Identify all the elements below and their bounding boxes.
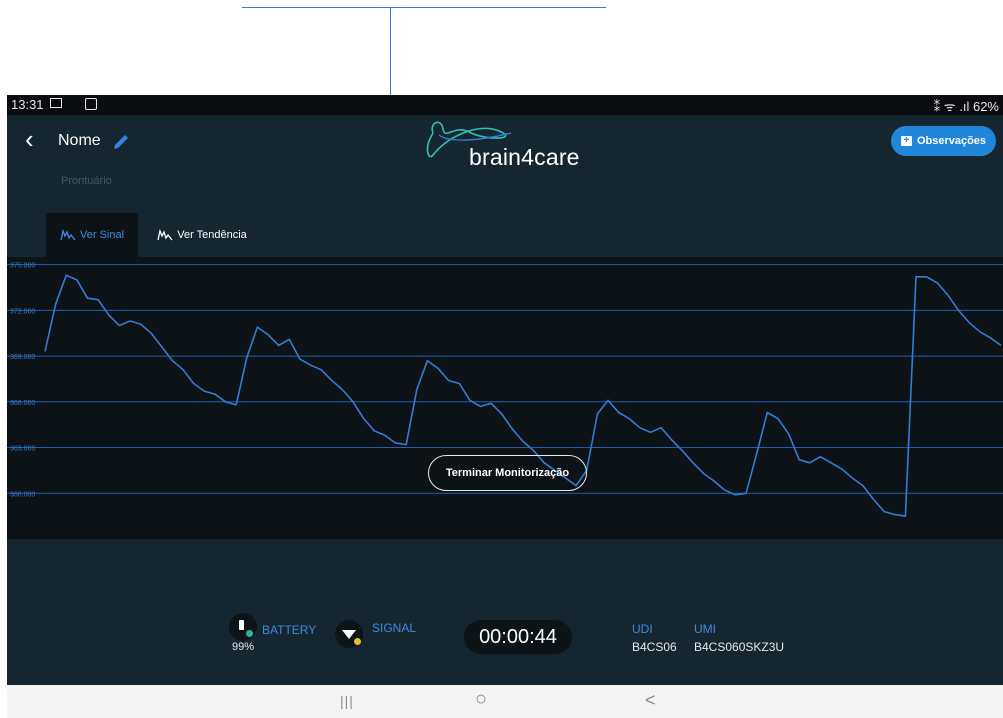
app-screen: ‹ Nome brain4care + Observações Prontuár… xyxy=(7,115,1003,685)
status-indicators: ⁑ ᯤ .ıl 62% xyxy=(933,99,999,114)
signal-icon xyxy=(335,620,363,648)
recent-apps-icon[interactable]: ||| xyxy=(340,693,354,709)
record-label: Prontuário xyxy=(61,175,112,187)
y-tick-label: 360.000 xyxy=(10,491,35,498)
logo-text: brain4care xyxy=(469,144,580,170)
signal-chart-svg: 375.000 372.000 369.000 366.000 363.000 360.0… xyxy=(7,263,1003,517)
signal-label: SIGNAL xyxy=(372,621,417,635)
annotation-top-line xyxy=(242,7,606,8)
y-tick-label: 369.000 xyxy=(10,354,35,361)
android-nav-bar: ||| ○ < xyxy=(7,685,1003,718)
terminate-monitoring-button[interactable]: Terminar Monitorização xyxy=(428,455,587,491)
waveform-icon xyxy=(157,229,173,241)
status-time: 13:31 xyxy=(11,97,44,112)
back-nav-icon[interactable]: < xyxy=(645,690,656,711)
battery-label: BATTERY xyxy=(262,623,317,637)
tab-ver-sinal[interactable]: Ver Sinal xyxy=(46,213,138,257)
y-tick-label: 363.000 xyxy=(10,446,35,453)
bottom-panel xyxy=(7,539,1003,685)
elapsed-timer: 00:00:44 xyxy=(464,620,572,654)
tab-ver-sinal-label: Ver Sinal xyxy=(79,229,125,241)
tab-ver-tendencia[interactable]: Ver Tendência xyxy=(147,213,257,257)
udi-value: B4CS06 xyxy=(632,640,677,654)
pencil-icon[interactable] xyxy=(110,132,132,152)
observations-button-label: Observações xyxy=(916,135,987,147)
observations-button[interactable]: + Observações xyxy=(891,126,996,156)
umi-label: UMI xyxy=(694,622,716,636)
signal-chart: 375.000 372.000 369.000 366.000 363.000 360.0… xyxy=(7,257,1003,539)
y-tick-label: 372.000 xyxy=(10,308,35,315)
y-tick-label: 366.000 xyxy=(10,400,35,407)
back-icon[interactable]: ‹ xyxy=(25,126,45,152)
status-bar: 13:31 ⁑ ᯤ .ıl 62% xyxy=(7,95,1003,115)
udi-label: UDI xyxy=(632,622,653,636)
patient-name: Nome xyxy=(58,132,101,149)
battery-icon xyxy=(229,613,257,641)
battery-value: 99% xyxy=(232,641,255,653)
home-icon[interactable]: ○ xyxy=(475,688,487,711)
waveform-icon xyxy=(60,229,76,241)
y-tick-label: 375.000 xyxy=(10,263,35,270)
umi-value: B4CS060SKZ3U xyxy=(694,640,785,654)
tab-ver-tendencia-label: Ver Tendência xyxy=(177,229,247,241)
image-notification-icon xyxy=(50,98,62,108)
download-notification-icon xyxy=(85,98,97,110)
add-note-icon: + xyxy=(900,136,912,146)
